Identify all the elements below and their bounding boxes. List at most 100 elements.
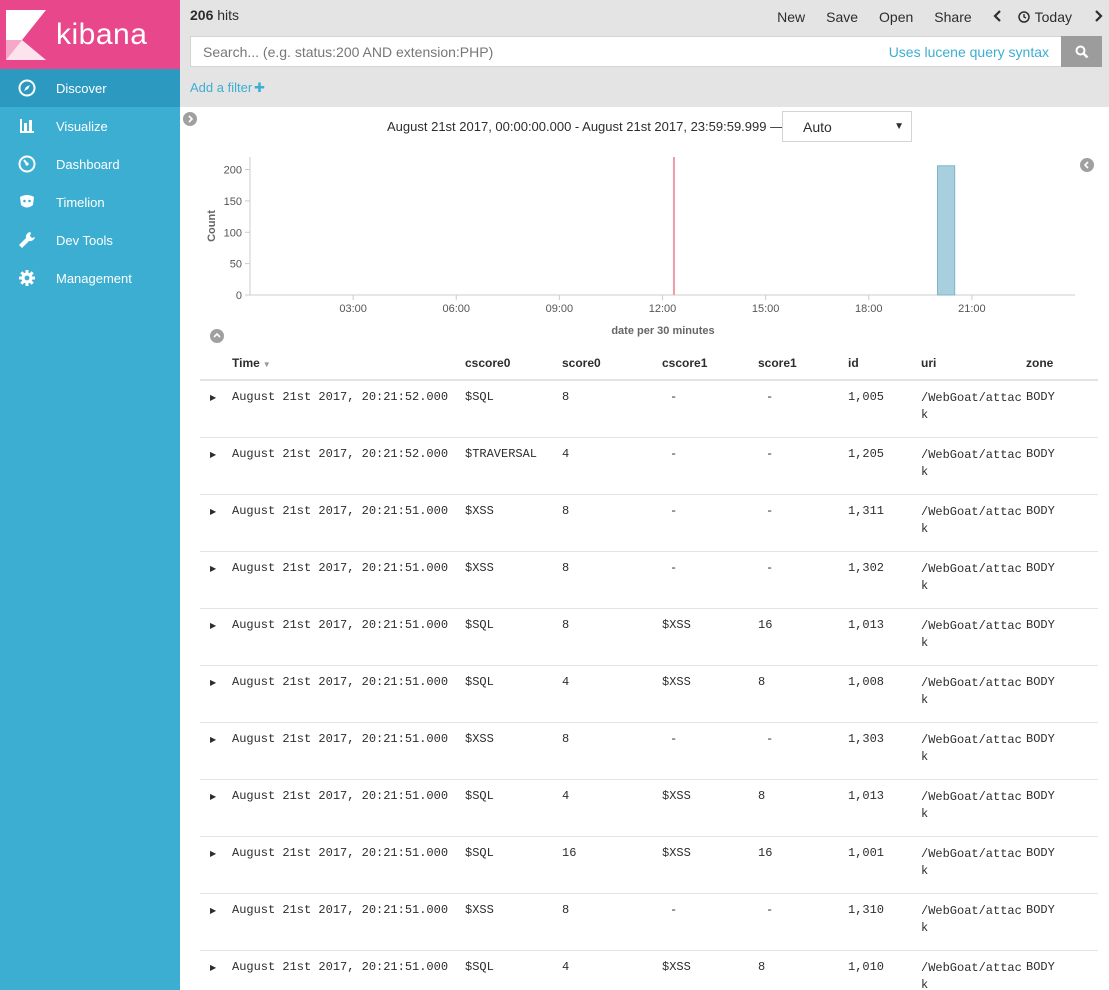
expand-row-icon[interactable]: ▶ [200, 390, 232, 402]
y-axis-label: Count [206, 210, 218, 242]
column-header-uri[interactable]: uri [921, 355, 1026, 372]
search-input[interactable]: Search... (e.g. status:200 AND extension… [190, 36, 1061, 67]
today-button[interactable]: Today [1017, 9, 1072, 25]
cell-time: August 21st 2017, 20:21:51.000 [232, 504, 449, 518]
cell-uri: /WebGoat/attack [921, 961, 1022, 990]
lucene-syntax-link[interactable]: Uses lucene query syntax [889, 44, 1049, 60]
cell-cscore1: $XSS [662, 960, 691, 974]
expand-row-icon[interactable]: ▶ [200, 447, 232, 459]
expand-row-icon[interactable]: ▶ [200, 846, 232, 858]
column-header-id[interactable]: id [848, 356, 921, 370]
x-tick-label: 21:00 [958, 303, 986, 315]
save-button[interactable]: Save [826, 9, 858, 25]
kibana-logo-icon [6, 9, 46, 60]
kibana-logo[interactable]: kibana [0, 0, 180, 69]
chevron-right-icon[interactable] [1094, 9, 1103, 25]
table-row[interactable]: ▶ August 21st 2017, 20:21:51.000 $XSS 8 - - 1,… [200, 552, 1098, 609]
column-header-score1[interactable]: score1 [758, 356, 848, 370]
table-row[interactable]: ▶ August 21st 2017, 20:21:51.000 $XSS 8 - - 1,… [200, 495, 1098, 552]
column-header-cscore1[interactable]: cscore1 [662, 356, 758, 370]
hits-count: 206 [190, 7, 214, 23]
expand-row-icon[interactable]: ▶ [200, 504, 232, 516]
column-header-time[interactable]: Time ▼ [232, 356, 465, 370]
cell-zone: BODY [1026, 504, 1055, 518]
column-header-score0[interactable]: score0 [562, 356, 662, 370]
table-row[interactable]: ▶ August 21st 2017, 20:21:51.000 $XSS 8 - - 1,… [200, 894, 1098, 951]
table-row[interactable]: ▶ August 21st 2017, 20:21:51.000 $SQL 4 $XSS… [200, 951, 1098, 990]
cell-uri: /WebGoat/attack [921, 391, 1022, 422]
cell-score1: - [766, 447, 774, 461]
cell-cscore0: $XSS [465, 561, 494, 575]
top-bar: 206 hits New Save Open Share Today Searc… [180, 0, 1109, 107]
y-tick-label: 50 [230, 259, 242, 271]
share-button[interactable]: Share [934, 9, 971, 25]
cell-time: August 21st 2017, 20:21:51.000 [232, 789, 449, 803]
cell-time: August 21st 2017, 20:21:51.000 [232, 732, 449, 746]
table-row[interactable]: ▶ August 21st 2017, 20:21:51.000 $SQL 16 $XS… [200, 837, 1098, 894]
x-tick-label: 15:00 [752, 303, 780, 315]
logo-text: kibana [56, 17, 148, 51]
sidebar-item-dashboard[interactable]: Dashboard [0, 145, 180, 183]
cell-id: 1,310 [848, 903, 885, 917]
expand-row-icon[interactable]: ▶ [200, 618, 232, 630]
cell-uri: /WebGoat/attack [921, 847, 1022, 878]
table-row[interactable]: ▶ August 21st 2017, 20:21:51.000 $XSS 8 - - 1,… [200, 723, 1098, 780]
top-menu: New Save Open Share Today [777, 0, 1109, 33]
expand-row-icon[interactable]: ▶ [200, 732, 232, 744]
compass-icon [17, 78, 37, 98]
collapse-chart-button[interactable] [210, 329, 224, 343]
sidebar-item-label: Discover [56, 80, 107, 96]
collapse-sidebar-button[interactable] [183, 112, 197, 126]
cell-id: 1,001 [848, 846, 885, 860]
sidebar: kibana Discover Visualize Dashboard Timelio… [0, 0, 180, 990]
new-button[interactable]: New [777, 9, 805, 25]
open-button[interactable]: Open [879, 9, 913, 25]
search-button[interactable] [1061, 36, 1102, 67]
cell-score1: 8 [758, 960, 766, 974]
cell-zone: BODY [1026, 618, 1055, 632]
expand-row-icon[interactable]: ▶ [200, 561, 232, 573]
cell-score1: - [766, 903, 774, 917]
sidebar-item-dev-tools[interactable]: Dev Tools [0, 221, 180, 259]
cell-cscore0: $SQL [465, 675, 494, 689]
table-row[interactable]: ▶ August 21st 2017, 20:21:52.000 $SQL 8 - - 1,… [200, 381, 1098, 438]
sidebar-item-timelion[interactable]: Timelion [0, 183, 180, 221]
expand-row-icon[interactable]: ▶ [200, 789, 232, 801]
add-filter-link[interactable]: Add a filter ✚ [190, 80, 265, 96]
expand-row-icon[interactable]: ▶ [200, 675, 232, 687]
table-row[interactable]: ▶ August 21st 2017, 20:21:52.000 $TRAVERSA… [200, 438, 1098, 495]
y-tick-label: 100 [224, 227, 242, 239]
cell-time: August 21st 2017, 20:21:51.000 [232, 846, 449, 860]
hits-counter: 206 hits [190, 7, 239, 23]
table-header: Time ▼ cscore0 score0 cscore1 score1 id u… [200, 347, 1098, 381]
cell-score1: - [766, 390, 774, 404]
interval-select[interactable]: Auto ▼ [782, 111, 912, 142]
sidebar-item-discover[interactable]: Discover [0, 69, 180, 107]
cell-cscore1: - [670, 447, 678, 461]
cell-cscore0: $TRAVERSAL [465, 447, 538, 461]
cell-id: 1,010 [848, 960, 885, 974]
time-range-label: August 21st 2017, 00:00:00.000 - August … [387, 119, 784, 134]
table-row[interactable]: ▶ August 21st 2017, 20:21:51.000 $SQL 4 $XSS… [200, 780, 1098, 837]
sidebar-item-management[interactable]: Management [0, 259, 180, 297]
column-header-zone[interactable]: zone [1026, 356, 1096, 370]
gear-icon [17, 268, 37, 288]
column-header-cscore0[interactable]: cscore0 [465, 356, 562, 370]
cell-zone: BODY [1026, 390, 1055, 404]
cell-id: 1,302 [848, 561, 885, 575]
sort-down-icon[interactable]: ▼ [263, 360, 271, 369]
cell-cscore1: $XSS [662, 846, 691, 860]
wrench-icon [17, 230, 37, 250]
table-row[interactable]: ▶ August 21st 2017, 20:21:51.000 $SQL 8 $XSS… [200, 609, 1098, 666]
cell-cscore1: $XSS [662, 789, 691, 803]
x-tick-label: 12:00 [649, 303, 677, 315]
chevron-left-icon[interactable] [993, 9, 1002, 25]
expand-row-icon[interactable]: ▶ [200, 903, 232, 915]
caret-down-icon: ▼ [894, 121, 904, 132]
sidebar-item-visualize[interactable]: Visualize [0, 107, 180, 145]
cell-id: 1,013 [848, 618, 885, 632]
expand-row-icon[interactable]: ▶ [200, 960, 232, 972]
search-bar: Search... (e.g. status:200 AND extension… [190, 36, 1102, 67]
table-row[interactable]: ▶ August 21st 2017, 20:21:51.000 $SQL 4 $XSS… [200, 666, 1098, 723]
cell-zone: BODY [1026, 903, 1055, 917]
